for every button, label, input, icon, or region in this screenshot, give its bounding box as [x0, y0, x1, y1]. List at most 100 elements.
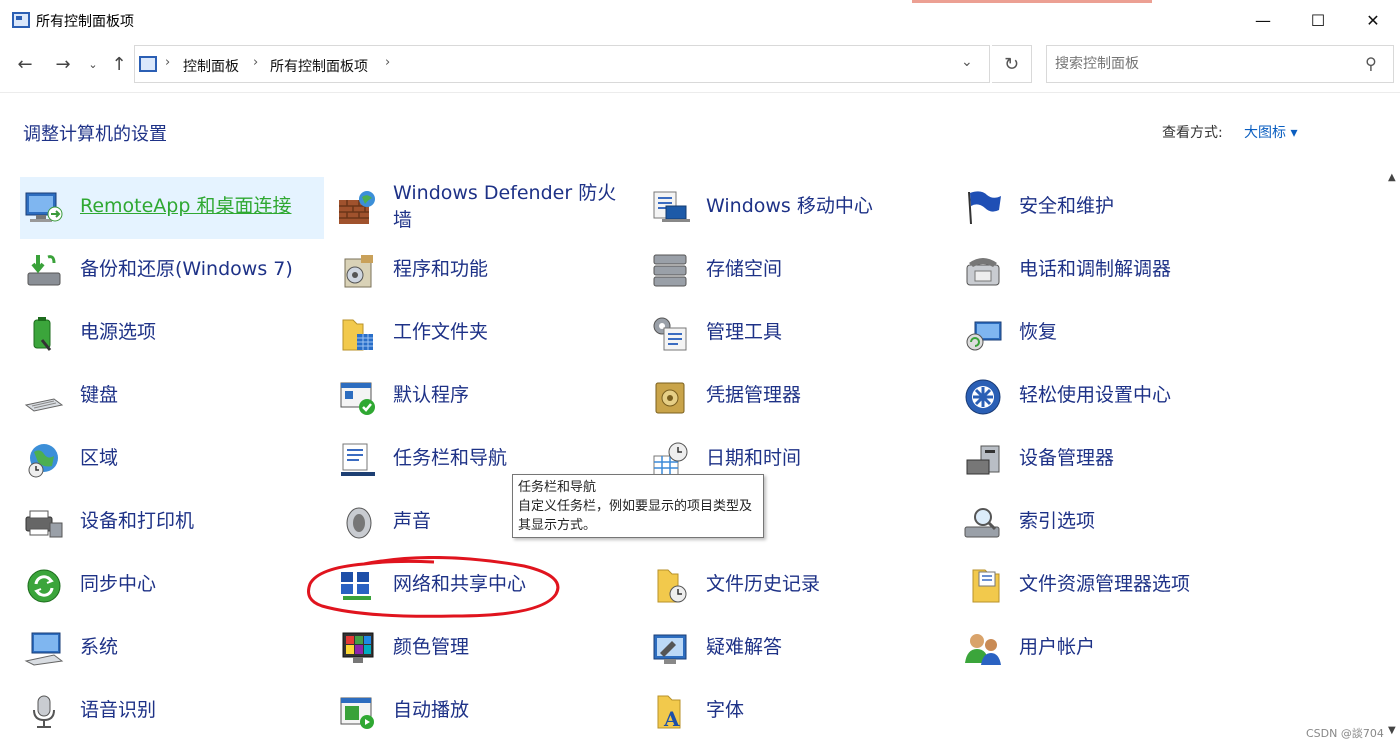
item-indexing-options[interactable]: 索引选项	[959, 492, 1263, 554]
item-label[interactable]: RemoteApp 和桌面连接	[80, 193, 291, 220]
item-label[interactable]: 存储空间	[706, 256, 782, 283]
view-by-dropdown[interactable]: 大图标 ▾	[1244, 122, 1297, 142]
item-remoteapp[interactable]: RemoteApp 和桌面连接	[20, 177, 324, 239]
item-explorer-options[interactable]: 文件资源管理器选项	[959, 555, 1263, 617]
security-flag-icon	[968, 191, 1001, 225]
item-fonts[interactable]: A 字体	[646, 681, 950, 743]
item-label[interactable]: 语音识别	[80, 697, 156, 724]
item-label[interactable]: 疑难解答	[706, 634, 782, 661]
back-button[interactable]: ←	[12, 52, 38, 76]
item-label[interactable]: 文件资源管理器选项	[1019, 571, 1190, 598]
item-label[interactable]: 区域	[80, 445, 118, 472]
item-label[interactable]: Windows 移动中心	[706, 193, 873, 220]
device-manager-icon	[966, 445, 1000, 475]
scroll-down-arrow[interactable]: ▼	[1388, 725, 1396, 736]
item-label[interactable]: 声音	[393, 508, 431, 535]
item-label[interactable]: 备份和还原(Windows 7)	[80, 256, 293, 283]
item-user-accounts[interactable]: 用户帐户	[959, 618, 1263, 680]
item-label[interactable]: 颜色管理	[393, 634, 469, 661]
item-keyboard[interactable]: 键盘	[20, 366, 324, 428]
search-input[interactable]	[1055, 54, 1355, 74]
item-label[interactable]: 同步中心	[80, 571, 156, 598]
item-device-manager[interactable]: 设备管理器	[959, 429, 1263, 491]
item-default-programs[interactable]: 默认程序	[333, 366, 637, 428]
item-devices-printers[interactable]: 设备和打印机	[20, 492, 324, 554]
item-label[interactable]: 恢复	[1019, 319, 1057, 346]
refresh-button[interactable]: ↻	[992, 45, 1032, 83]
item-label[interactable]: 文件历史记录	[706, 571, 820, 598]
speaker-icon	[346, 507, 372, 539]
item-security-maintenance[interactable]: 安全和维护	[959, 177, 1263, 239]
item-autoplay[interactable]: 自动播放	[333, 681, 637, 743]
indexing-icon	[964, 508, 1000, 538]
breadcrumb-separator[interactable]: ›	[165, 55, 170, 70]
item-label[interactable]: 自动播放	[393, 697, 469, 724]
calendar-clock-icon	[653, 442, 688, 477]
item-label[interactable]: 任务栏和导航	[393, 445, 507, 472]
item-label[interactable]: 默认程序	[393, 382, 469, 409]
item-label[interactable]: 索引选项	[1019, 508, 1095, 535]
item-system[interactable]: 系统	[20, 618, 324, 680]
breadcrumb-all-items[interactable]: 所有控制面板项	[270, 56, 368, 76]
control-panel-icon	[12, 12, 30, 28]
item-label[interactable]: 字体	[706, 697, 744, 724]
item-label[interactable]: 用户帐户	[1019, 634, 1095, 661]
close-button[interactable]: ✕	[1350, 0, 1396, 40]
item-label[interactable]: 设备和打印机	[80, 508, 194, 535]
item-label[interactable]: 程序和功能	[393, 256, 488, 283]
item-label[interactable]: 设备管理器	[1019, 445, 1114, 472]
item-label[interactable]: 工作文件夹	[393, 319, 488, 346]
scroll-up-arrow[interactable]: ▲	[1388, 172, 1396, 183]
taskbar-icon	[341, 443, 375, 476]
item-label[interactable]: 轻松使用设置中心	[1019, 382, 1171, 409]
address-bar[interactable]: › 控制面板 › 所有控制面板项 › ⌄	[134, 45, 990, 83]
up-button[interactable]: ↑	[106, 52, 132, 76]
navigation-bar: ← → ⌄ ↑ › 控制面板 › 所有控制面板项 › ⌄ ↻ ⚲	[0, 42, 1400, 88]
recent-locations-button[interactable]: ⌄	[84, 52, 102, 76]
item-ease-of-access[interactable]: 轻松使用设置中心	[959, 366, 1263, 428]
breadcrumb-separator[interactable]: ›	[385, 55, 390, 70]
item-label[interactable]: 日期和时间	[706, 445, 801, 472]
keyboard-icon	[24, 398, 64, 412]
red-annotation-circle	[307, 556, 560, 618]
item-label[interactable]: 电话和调制解调器	[1019, 256, 1171, 283]
maximize-button[interactable]: ☐	[1295, 0, 1341, 40]
item-phone-modem[interactable]: 电话和调制解调器	[959, 240, 1263, 302]
item-firewall[interactable]: Windows Defender 防火墙	[333, 177, 637, 239]
breadcrumb-control-panel[interactable]: 控制面板	[183, 56, 239, 76]
item-work-folders[interactable]: 工作文件夹	[333, 303, 637, 365]
item-label[interactable]: 管理工具	[706, 319, 782, 346]
search-box[interactable]: ⚲	[1046, 45, 1394, 83]
item-programs-features[interactable]: 程序和功能	[333, 240, 637, 302]
item-label[interactable]: 系统	[80, 634, 118, 661]
forward-button[interactable]: →	[50, 52, 76, 76]
item-storage-spaces[interactable]: 存储空间	[646, 240, 950, 302]
mobility-center-icon	[653, 191, 690, 222]
item-credential-manager[interactable]: 凭据管理器	[646, 366, 950, 428]
item-region[interactable]: 区域	[20, 429, 324, 491]
recovery-icon	[966, 321, 1002, 351]
address-dropdown-icon[interactable]: ⌄	[961, 54, 973, 70]
item-power-options[interactable]: 电源选项	[20, 303, 324, 365]
tooltip-body: 自定义任务栏，例如要显示的项目类型及其显示方式。	[518, 499, 753, 533]
breadcrumb-separator[interactable]: ›	[253, 55, 258, 70]
item-label[interactable]: 电源选项	[80, 319, 156, 346]
minimize-button[interactable]: —	[1240, 0, 1286, 40]
item-label[interactable]: 安全和维护	[1019, 193, 1114, 220]
item-recovery[interactable]: 恢复	[959, 303, 1263, 365]
item-admin-tools[interactable]: 管理工具	[646, 303, 950, 365]
item-color-management[interactable]: 颜色管理	[333, 618, 637, 680]
item-troubleshooting[interactable]: 疑难解答	[646, 618, 950, 680]
item-speech-recognition[interactable]: 语音识别	[20, 681, 324, 743]
item-mobility-center[interactable]: Windows 移动中心	[646, 177, 950, 239]
item-label[interactable]: Windows Defender 防火墙	[393, 180, 633, 234]
search-icon[interactable]: ⚲	[1365, 54, 1377, 73]
item-label[interactable]: 键盘	[80, 382, 118, 409]
item-label[interactable]: 凭据管理器	[706, 382, 801, 409]
item-backup-restore[interactable]: 备份和还原(Windows 7)	[20, 240, 324, 302]
storage-icon	[653, 254, 687, 287]
microphone-icon	[33, 695, 55, 728]
item-sync-center[interactable]: 同步中心	[20, 555, 324, 617]
item-file-history[interactable]: 文件历史记录	[646, 555, 950, 617]
csdn-watermark: CSDN @談704	[1306, 727, 1384, 740]
